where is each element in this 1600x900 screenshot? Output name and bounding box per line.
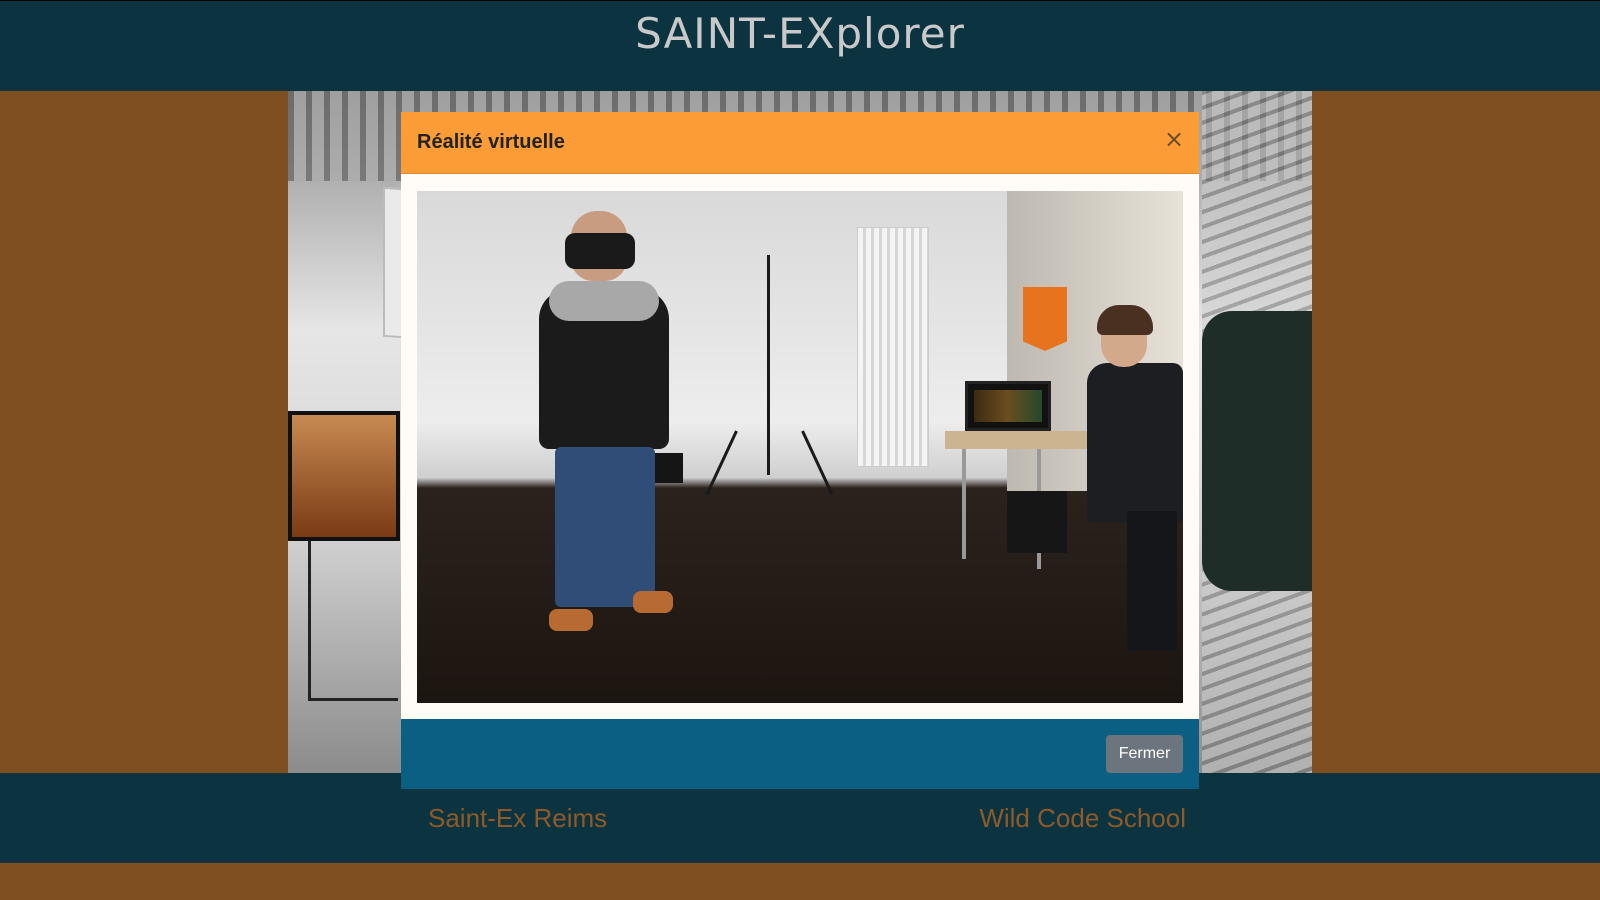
photo-radiator	[857, 227, 929, 467]
top-header-bar: SAINT-EXplorer	[0, 0, 1600, 91]
photo-desk-leg	[962, 449, 966, 559]
footer-link-saint-ex-reims[interactable]: Saint-Ex Reims	[428, 803, 607, 834]
site-title: SAINT-EXplorer	[635, 9, 965, 58]
photo-person-at-computer	[1087, 305, 1183, 661]
panorama-right-display	[1202, 311, 1312, 591]
photo-person-vr-headset	[509, 211, 679, 641]
photo-desk	[945, 431, 1105, 449]
photo-tripod	[767, 255, 770, 475]
modal-title: Réalité virtuelle	[417, 131, 565, 153]
footer-link-wild-code-school[interactable]: Wild Code School	[979, 803, 1186, 834]
close-icon[interactable]: ×	[1163, 126, 1185, 152]
photo-computer-tower	[1007, 491, 1067, 553]
modal-header: Réalité virtuelle ×	[401, 112, 1199, 174]
photo-monitor	[965, 381, 1051, 431]
modal-footer: Fermer	[401, 719, 1199, 789]
vr-headset-icon	[565, 233, 635, 269]
modal-body	[401, 174, 1199, 731]
photo-orange-banner	[1023, 287, 1067, 351]
modal-dialog: Réalité virtuelle × Fermer	[401, 112, 1199, 789]
panorama-screen	[288, 411, 400, 541]
photo-tripod-leg	[705, 430, 738, 496]
panorama-stand	[308, 541, 398, 701]
close-button[interactable]: Fermer	[1106, 735, 1183, 773]
photo-tripod-leg	[801, 430, 834, 496]
vr-photo	[417, 191, 1183, 703]
